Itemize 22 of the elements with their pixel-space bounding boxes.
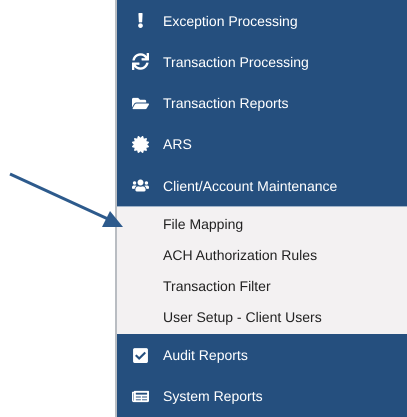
users-icon <box>132 177 148 194</box>
badge-icon <box>132 136 148 153</box>
submenu-item[interactable]: File Mapping <box>117 208 407 240</box>
submenu-item[interactable]: User Setup - Client Users <box>117 301 407 332</box>
submenu-item[interactable]: ACH Authorization Rules <box>117 239 407 270</box>
menu-item[interactable]: ARS <box>117 124 407 166</box>
menu-label: Transaction Reports <box>163 95 289 112</box>
menu-label: Client/Account Maintenance <box>163 178 338 194</box>
refresh-icon <box>132 53 148 70</box>
menu-label: Exception Processing <box>163 12 298 29</box>
menu-item[interactable]: Audit Reports <box>117 334 407 376</box>
menu-item[interactable]: Exception Processing <box>117 0 407 42</box>
menu-label: System Reports <box>163 388 263 404</box>
menu-label: ARS <box>163 136 192 152</box>
menu-item[interactable]: Transaction Processing <box>117 41 407 83</box>
menu-item[interactable]: Client/Account Maintenance <box>117 165 407 206</box>
menu-item[interactable]: System Reports <box>117 376 407 417</box>
menu-item[interactable]: Transaction Reports <box>117 82 407 124</box>
menu-label: Transaction Processing <box>163 54 309 70</box>
submenu-item[interactable]: Transaction Filter <box>117 270 407 302</box>
checkbox-icon <box>132 346 148 364</box>
menu-label: Audit Reports <box>163 347 248 364</box>
